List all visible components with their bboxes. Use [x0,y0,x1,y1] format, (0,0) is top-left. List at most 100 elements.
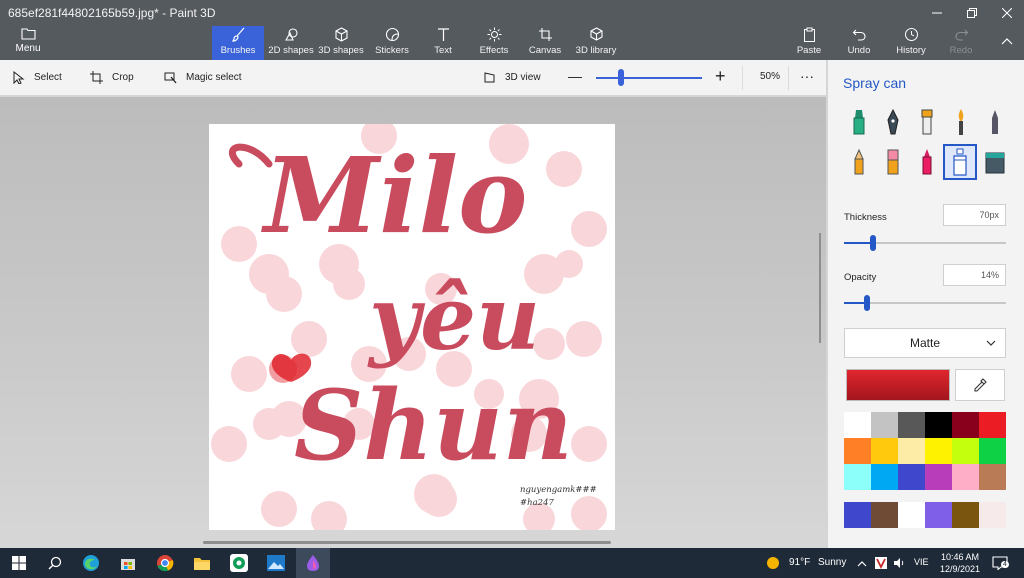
color-swatch[interactable] [844,502,871,528]
paint3d-taskbar-icon[interactable] [296,548,330,578]
panel-title: Spray can [843,75,907,91]
zoom-slider-track[interactable] [596,77,702,79]
color-swatch[interactable] [952,502,979,528]
color-swatch[interactable] [925,502,952,528]
photos-taskbar-icon[interactable] [259,548,293,578]
color-swatch[interactable] [925,438,952,464]
horizontal-scrollbar[interactable] [203,541,611,544]
select-tool[interactable]: Select [12,71,62,84]
search-button[interactable] [38,548,72,578]
zoom-in-button[interactable]: + [715,66,726,87]
show-hidden-icons-button[interactable] [854,548,870,578]
color-swatch[interactable] [844,412,871,438]
color-swatch[interactable] [979,412,1006,438]
zoom-out-button[interactable]: — [568,68,582,84]
color-swatch[interactable] [871,464,898,490]
eyedropper-button[interactable] [955,369,1005,401]
texture-dropdown[interactable]: Matte [844,328,1006,358]
magic-select-tool[interactable]: Magic select [164,71,242,84]
windows-logo-icon [12,556,26,570]
zoom-slider-thumb[interactable] [618,69,624,86]
minimize-button[interactable] [920,0,954,26]
chrome-alt-taskbar-icon[interactable] [222,548,256,578]
opacity-slider[interactable] [844,295,1006,311]
tab-effects[interactable]: Effects [474,26,514,60]
file-explorer-taskbar-icon[interactable] [185,548,219,578]
eyedropper-icon [974,378,987,392]
crop-tool[interactable]: Crop [90,71,134,84]
color-swatch[interactable] [979,464,1006,490]
edge-taskbar-icon[interactable] [74,548,108,578]
chrome-taskbar-icon[interactable] [148,548,182,578]
spray-can-brush[interactable] [943,144,977,180]
redo-button[interactable]: Redo [946,26,976,60]
color-swatch[interactable] [952,438,979,464]
history-button[interactable]: History [894,26,928,60]
undo-button[interactable]: Undo [844,26,874,60]
crayon-brush[interactable] [913,146,941,178]
close-button[interactable] [990,0,1024,26]
volume-tray-icon[interactable] [891,548,907,578]
color-swatch[interactable] [952,412,979,438]
more-options-button[interactable]: ··· [800,68,814,84]
color-swatch[interactable] [979,438,1006,464]
color-swatch[interactable] [844,438,871,464]
drawing-canvas[interactable]: Milo yêu Shun [209,124,615,530]
pixel-pen-brush[interactable] [981,106,1009,138]
color-swatch[interactable] [871,438,898,464]
watercolor-brush[interactable] [947,106,975,138]
collapse-ribbon-button[interactable] [990,28,1024,54]
color-palette [844,412,1006,490]
color-swatch[interactable] [844,464,871,490]
tab-brushes[interactable]: Brushes [212,26,264,60]
maximize-button[interactable] [955,0,989,26]
tab-3d-shapes[interactable]: 3D shapes [318,26,364,60]
color-swatch[interactable] [952,464,979,490]
notification-count: 4 [1001,561,1009,568]
opacity-slider-thumb[interactable] [863,295,870,311]
thickness-input[interactable]: 70px [943,204,1006,226]
color-swatch[interactable] [898,412,925,438]
chrome-profile-icon [230,554,248,572]
watermark-line-1: nguyengamk### [520,485,597,495]
vertical-scrollbar[interactable] [819,233,821,343]
menu-button[interactable]: Menu [8,27,48,54]
thickness-slider[interactable] [844,235,1006,251]
3d-view-toggle[interactable]: 3D view [483,71,541,84]
opacity-input[interactable]: 14% [943,264,1006,286]
store-taskbar-icon[interactable] [111,548,145,578]
pencil-brush[interactable] [845,146,873,178]
color-swatch[interactable] [871,412,898,438]
tab-3d-library[interactable]: 3D library [574,26,618,60]
color-swatch[interactable] [898,502,925,528]
color-swatch[interactable] [925,464,952,490]
tab-canvas[interactable]: Canvas [526,26,564,60]
start-button[interactable] [2,548,36,578]
input-language[interactable]: VIE [914,557,929,567]
eraser-brush[interactable] [879,146,907,178]
oil-brush[interactable] [913,106,941,138]
color-swatch[interactable] [925,412,952,438]
weather-condition: Sunny [818,557,847,568]
fill-bucket-brush[interactable] [981,146,1009,178]
weather-widget[interactable] [763,548,783,578]
color-swatch[interactable] [871,502,898,528]
notification-center-button[interactable]: 4 [988,548,1012,578]
tab-text[interactable]: Text [424,26,462,60]
zoom-value[interactable]: 50% [760,71,780,82]
calligraphy-pen-brush[interactable] [879,106,907,138]
effects-icon [487,27,501,42]
tab-stickers[interactable]: Stickers [370,26,414,60]
color-swatch[interactable] [898,438,925,464]
clock[interactable]: 10:46 AM 12/9/2021 [936,551,984,575]
color-swatch[interactable] [898,464,925,490]
paste-button[interactable]: Paste [794,26,824,60]
color-swatch[interactable] [979,502,1006,528]
lettering-line-1: Milo [261,134,528,257]
vpn-tray-icon[interactable] [873,548,889,578]
tab-2d-shapes[interactable]: 2D shapes [266,26,316,60]
thickness-slider-thumb[interactable] [870,235,877,251]
undo-label: Undo [847,45,871,56]
marker-brush[interactable] [845,106,873,138]
current-color-swatch[interactable] [846,369,950,401]
